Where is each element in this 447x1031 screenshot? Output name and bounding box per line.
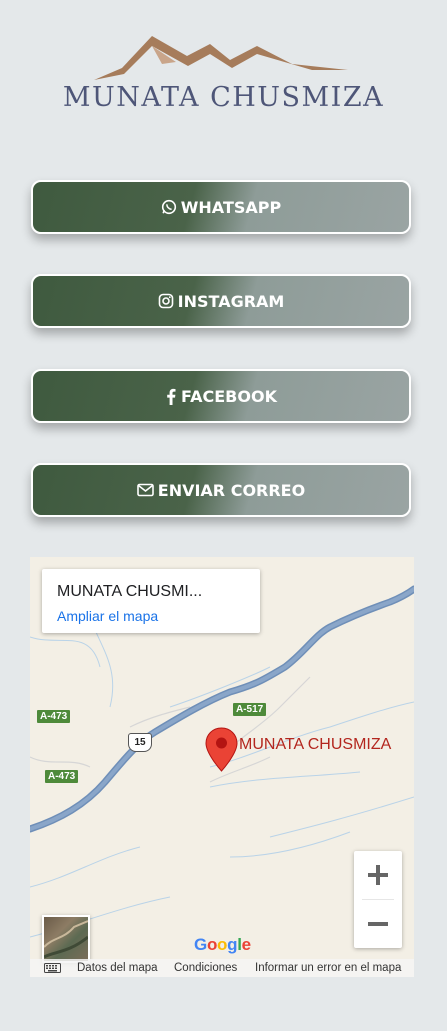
satellite-thumbnail-icon xyxy=(44,920,88,959)
instagram-icon xyxy=(158,293,174,309)
facebook-icon xyxy=(165,388,177,405)
mountains-icon xyxy=(94,36,348,80)
plus-icon xyxy=(368,865,388,885)
map-data-link[interactable]: Datos del mapa xyxy=(77,962,158,974)
instagram-button[interactable]: INSTAGRAM xyxy=(31,274,411,328)
facebook-label: FACEBOOK xyxy=(181,386,277,406)
facebook-button[interactable]: FACEBOOK xyxy=(31,369,411,423)
email-label: ENVIAR CORREO xyxy=(157,480,306,500)
terms-link[interactable]: Condiciones xyxy=(174,962,237,974)
brand-logo: MUNATA CHUSMIZA xyxy=(0,30,447,120)
keyboard-icon[interactable] xyxy=(44,963,61,976)
envelope-icon xyxy=(136,483,154,497)
road-label-a473: A-473 xyxy=(37,710,71,723)
zoom-out-button[interactable] xyxy=(354,900,402,948)
enlarge-map-link[interactable]: Ampliar el mapa xyxy=(57,608,158,624)
embedded-map[interactable]: MUNATA CHUSMI... Ampliar el mapa A-473 A… xyxy=(30,557,414,977)
brand-name: MUNATA CHUSMIZA xyxy=(62,82,385,113)
route-shield: 15 xyxy=(128,733,152,752)
google-logo: Google xyxy=(194,935,251,954)
map-footer: Datos del mapa Condiciones Informar un e… xyxy=(30,959,414,977)
satellite-toggle[interactable] xyxy=(42,915,90,963)
map-marker-icon[interactable] xyxy=(205,727,238,776)
road-label-a473-2: A-473 xyxy=(45,770,79,783)
zoom-controls xyxy=(354,851,402,948)
whatsapp-button[interactable]: WHATSAPP xyxy=(31,180,411,234)
instagram-label: INSTAGRAM xyxy=(177,291,285,311)
place-info-card: MUNATA CHUSMI... Ampliar el mapa xyxy=(42,569,260,633)
report-error-link[interactable]: Informar un error en el mapa xyxy=(255,962,401,974)
email-button[interactable]: ENVIAR CORREO xyxy=(31,463,411,517)
road-label-a517: A-517 xyxy=(233,703,267,716)
minus-icon xyxy=(368,922,388,926)
place-title: MUNATA CHUSMI... xyxy=(57,583,203,600)
marker-label: MUNATA CHUSMIZA xyxy=(239,736,392,753)
whatsapp-icon xyxy=(161,199,177,215)
whatsapp-label: WHATSAPP xyxy=(180,197,282,217)
zoom-in-button[interactable] xyxy=(354,851,402,899)
